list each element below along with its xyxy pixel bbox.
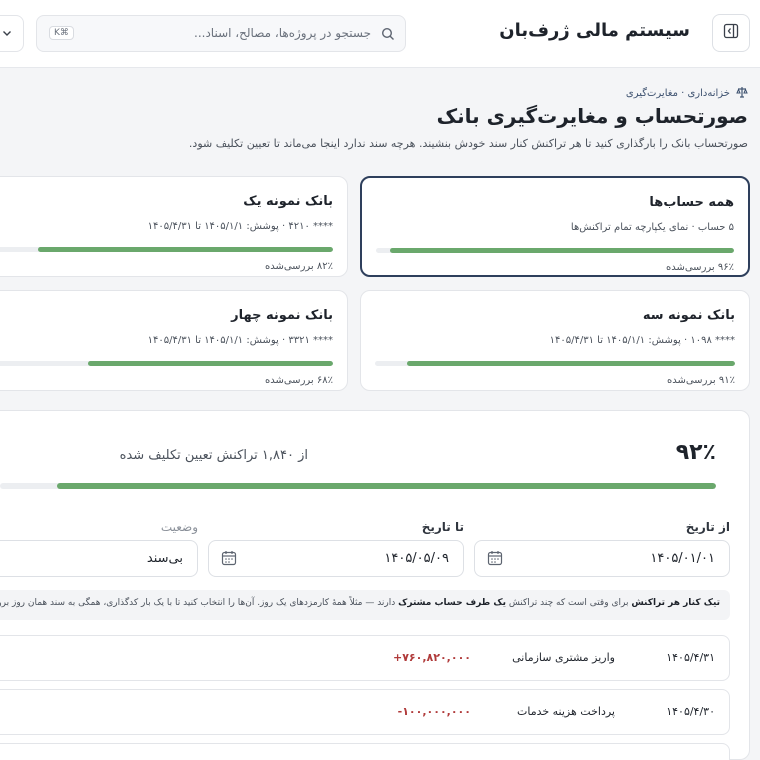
- account-meta: **** ۴۲۱۰ · پوشش: ۱۴۰۵/۱/۱ تا ۱۴۰۵/۴/۳۱: [147, 221, 333, 232]
- account-name: همه حساب‌ها: [649, 195, 734, 210]
- hint-bold-1: تیک کنار هر تراکنش: [631, 598, 720, 608]
- calendar-icon: [487, 550, 503, 570]
- account-meta: ۵ حساب · نمای یکپارچه تمام تراکنش‌ها: [570, 222, 734, 233]
- page-subtitle: صورتحساب بانک را بارگذاری کنید تا هر ترا…: [188, 137, 748, 150]
- transaction-date: ۱۴۰۵/۴/۳۱: [666, 651, 715, 664]
- account-meta: **** ۱۰۹۸ · پوشش: ۱۴۰۵/۱/۱ تا ۱۴۰۵/۴/۳۱: [549, 335, 735, 346]
- hint-text-1: برای وقتی است که چند تراکنش: [505, 598, 632, 608]
- hint-bold-2: یک طرف حساب مشترک: [398, 598, 506, 608]
- to-date-field[interactable]: ۱۴۰۵/۰۵/۰۹: [208, 540, 464, 577]
- summary-progress-fill: [57, 483, 716, 489]
- app-brand: سیستم مالی ژرف‌بان: [499, 20, 690, 41]
- search-icon: [381, 26, 395, 45]
- sidebar-toggle-button[interactable]: [712, 14, 750, 52]
- account-name: بانک نمونه چهار: [231, 308, 333, 323]
- account-card-all[interactable]: همه حساب‌ها ۵ حساب · نمای یکپارچه تمام ت…: [360, 176, 750, 277]
- account-progress-bar: [0, 247, 333, 252]
- account-progress-bar: [376, 248, 734, 253]
- account-progress-bar: [0, 361, 333, 366]
- hint-text-2: دارند — مثلاً همهٔ کارمزدهای یک روز. آن‌…: [0, 598, 396, 608]
- account-progress-label: ۶۸٪ بررسی‌شده: [264, 375, 333, 386]
- status-label: وضعیت: [160, 520, 198, 534]
- account-name: بانک نمونه سه: [642, 308, 735, 323]
- chevron-down-icon: [1, 24, 13, 43]
- search-input[interactable]: جستجو در پروژه‌ها، مصالح، اسناد... K⌘: [36, 15, 406, 52]
- summary-progress-bar: [0, 483, 716, 489]
- account-card-bank-1[interactable]: بانک نمونه یک **** ۴۲۱۰ · پوشش: ۱۴۰۵/۱/۱…: [0, 176, 348, 277]
- transaction-row[interactable]: [0, 743, 730, 760]
- transaction-row[interactable]: ۱۴۰۵/۴/۳۱ واریز مشتری سازمانی +۷۶۰,۸۲۰,۰…: [0, 635, 730, 681]
- from-date-value: ۱۴۰۵/۰۱/۰۱: [650, 551, 715, 566]
- calendar-icon: [221, 550, 237, 570]
- transaction-amount: -۱۰۰,۰۰۰,۰۰۰: [397, 705, 471, 718]
- breadcrumb-text: خزانه‌داری · مغایرت‌گیری: [625, 88, 730, 99]
- transaction-date: ۱۴۰۵/۴/۳۰: [666, 705, 715, 718]
- search-placeholder: جستجو در پروژه‌ها، مصالح، اسناد...: [194, 26, 371, 40]
- app-root: سیستم مالی ژرف‌بان جستجو در پروژه‌ها، مص…: [0, 0, 760, 760]
- status-select[interactable]: بی‌سند: [0, 540, 198, 577]
- transaction-amount: +۷۶۰,۸۲۰,۰۰۰: [393, 651, 471, 664]
- status-value: بی‌سند: [146, 551, 183, 566]
- search-shortcut-badge: K⌘: [49, 26, 74, 40]
- to-date-label: تا تاریخ: [421, 520, 464, 534]
- scale-icon: [736, 86, 748, 101]
- transaction-description: پرداخت هزینه خدمات: [516, 705, 615, 718]
- account-card-bank-4[interactable]: بانک نمونه چهار **** ۳۳۲۱ · پوشش: ۱۴۰۵/۱…: [0, 290, 348, 391]
- page-title: صورتحساب و مغایرت‌گیری بانک: [436, 104, 748, 128]
- summary-text: از ۱,۸۴۰ تراکنش تعیین تکلیف شده: [119, 448, 308, 463]
- transaction-row[interactable]: ۱۴۰۵/۴/۳۰ پرداخت هزینه خدمات -۱۰۰,۰۰۰,۰۰…: [0, 689, 730, 735]
- account-progress-bar: [375, 361, 735, 366]
- selection-hint: تیک کنار هر تراکنش برای وقتی است که چند …: [0, 590, 730, 620]
- account-card-bank-3[interactable]: بانک نمونه سه **** ۱۰۹۸ · پوشش: ۱۴۰۵/۱/۱…: [360, 290, 750, 391]
- summary-percent: ۹۲٪: [675, 440, 716, 465]
- to-date-value: ۱۴۰۵/۰۵/۰۹: [384, 551, 449, 566]
- account-progress-fill: [407, 361, 735, 366]
- breadcrumb: خزانه‌داری · مغایرت‌گیری: [626, 86, 748, 101]
- transaction-description: واریز مشتری سازمانی: [512, 651, 615, 664]
- account-progress-label: ۹۱٪ بررسی‌شده: [666, 375, 735, 386]
- account-name: بانک نمونه یک: [243, 194, 333, 209]
- dropdown-button[interactable]: [0, 15, 24, 52]
- top-bar: سیستم مالی ژرف‌بان جستجو در پروژه‌ها، مص…: [0, 0, 760, 68]
- account-progress-fill: [88, 361, 333, 366]
- account-progress-fill: [37, 247, 333, 252]
- from-date-label: از تاریخ: [685, 520, 730, 534]
- account-progress-label: ۹۶٪ بررسی‌شده: [665, 262, 734, 273]
- account-meta: **** ۳۳۲۱ · پوشش: ۱۴۰۵/۱/۱ تا ۱۴۰۵/۴/۳۱: [147, 335, 333, 346]
- account-progress-fill: [390, 248, 734, 253]
- from-date-field[interactable]: ۱۴۰۵/۰۱/۰۱: [474, 540, 730, 577]
- sidebar-toggle-icon: [723, 23, 739, 43]
- account-progress-label: ۸۲٪ بررسی‌شده: [264, 261, 333, 272]
